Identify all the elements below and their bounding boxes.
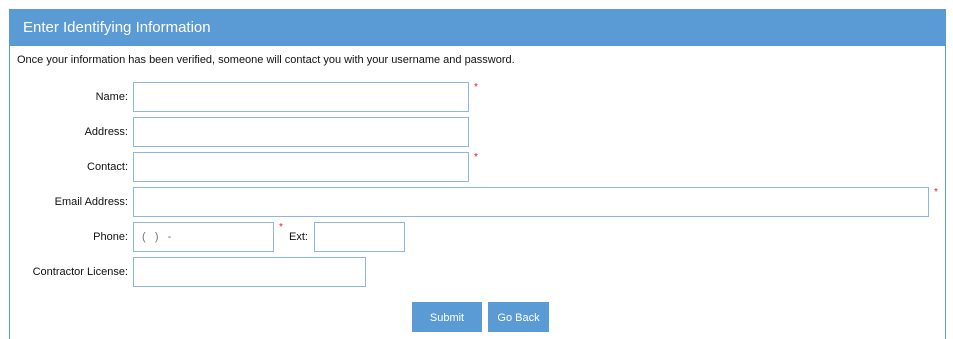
- contact-field[interactable]: [133, 152, 469, 182]
- name-field[interactable]: [133, 82, 469, 112]
- intro-text: Once your information has been verified,…: [17, 54, 515, 66]
- contractor-license-field[interactable]: [133, 257, 366, 287]
- address-label: Address:: [84, 126, 128, 138]
- contact-label-cell: Contact:: [10, 152, 128, 182]
- address-field[interactable]: [133, 117, 469, 147]
- phone-field[interactable]: [133, 222, 274, 252]
- name-label-cell: Name:: [10, 82, 128, 112]
- email-label: Email Address:: [54, 196, 128, 208]
- identify-panel: Enter Identifying Information Once your …: [9, 9, 946, 339]
- email-field[interactable]: [133, 187, 929, 217]
- phone-label-cell: Phone:: [10, 222, 128, 252]
- contact-required-marker: *: [474, 152, 478, 163]
- phone-required-marker: *: [279, 222, 283, 233]
- go-back-button[interactable]: Go Back: [488, 302, 549, 332]
- phone-label: Phone:: [93, 231, 128, 243]
- submit-button[interactable]: Submit: [412, 302, 482, 332]
- address-label-cell: Address:: [10, 117, 128, 147]
- panel-title: Enter Identifying Information: [10, 10, 945, 46]
- contact-label: Contact:: [87, 161, 128, 173]
- license-label: Contractor License:: [32, 266, 128, 278]
- email-required-marker: *: [934, 187, 938, 198]
- email-label-cell: Email Address:: [10, 187, 128, 217]
- ext-field[interactable]: [314, 222, 405, 252]
- name-required-marker: *: [474, 82, 478, 93]
- license-label-cell: Contractor License:: [10, 257, 128, 287]
- name-label: Name:: [95, 91, 128, 103]
- ext-label: Ext:: [289, 231, 308, 243]
